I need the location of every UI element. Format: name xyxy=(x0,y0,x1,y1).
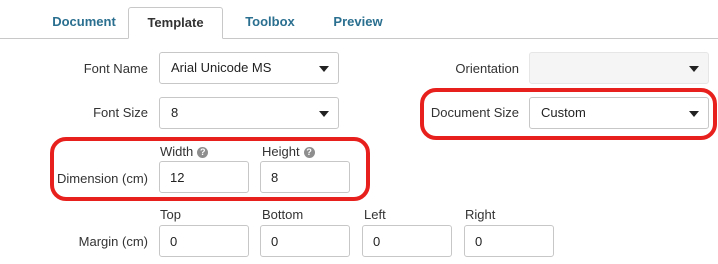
font-name-select[interactable]: Arial Unicode MS xyxy=(159,52,339,84)
font-size-value: 8 xyxy=(171,105,179,120)
chevron-down-icon xyxy=(319,66,329,72)
document-size-select[interactable]: Custom xyxy=(529,97,709,129)
margin-bottom-input[interactable] xyxy=(260,225,350,257)
margin-label: Margin (cm) xyxy=(78,234,148,249)
dimension-label: Dimension (cm) xyxy=(56,171,148,186)
margin-left-input[interactable] xyxy=(362,225,452,257)
margin-left-label: Left xyxy=(364,207,386,222)
tab-toolbox[interactable]: Toolbox xyxy=(230,7,310,38)
font-size-select[interactable]: 8 xyxy=(159,97,339,129)
height-input[interactable] xyxy=(260,161,350,193)
margin-top-input[interactable] xyxy=(159,225,249,257)
document-size-label: Document Size xyxy=(430,105,519,120)
margin-right-label: Right xyxy=(465,207,496,222)
height-label: Height? xyxy=(262,144,315,159)
tab-document[interactable]: Document xyxy=(40,7,128,38)
chevron-down-icon xyxy=(319,111,329,117)
tab-bar: Document Template Toolbox Preview xyxy=(0,0,718,39)
margin-bottom-label: Bottom xyxy=(262,207,304,222)
document-size-value: Custom xyxy=(541,105,586,120)
font-name-value: Arial Unicode MS xyxy=(171,60,272,75)
help-icon[interactable]: ? xyxy=(303,147,315,158)
orientation-label: Orientation xyxy=(455,61,519,76)
help-icon[interactable]: ? xyxy=(197,147,209,158)
width-input[interactable] xyxy=(159,161,249,193)
width-label: Width? xyxy=(160,144,209,159)
margin-top-label: Top xyxy=(160,207,181,222)
tab-preview[interactable]: Preview xyxy=(322,7,394,38)
margin-right-input[interactable] xyxy=(464,225,554,257)
chevron-down-icon xyxy=(689,111,699,117)
tab-template[interactable]: Template xyxy=(128,7,223,39)
font-size-label: Font Size xyxy=(93,105,148,120)
orientation-select[interactable] xyxy=(529,52,709,84)
font-name-label: Font Name xyxy=(83,61,148,76)
chevron-down-icon xyxy=(689,66,699,72)
